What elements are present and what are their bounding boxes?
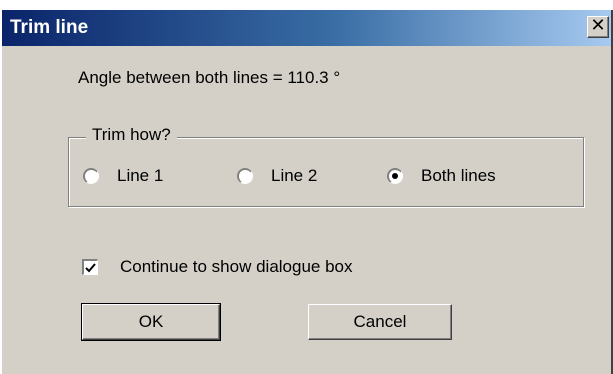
radio-label-line-1: Line 1	[117, 166, 164, 185]
radio-both-lines[interactable]: Both lines	[387, 165, 496, 187]
check-mark-icon	[85, 262, 96, 272]
radio-circle-checked[interactable]	[387, 168, 403, 184]
radio-circle-unchecked[interactable]	[237, 168, 253, 184]
radio-line-2[interactable]: Line 2	[237, 165, 317, 187]
title-bar[interactable]: Trim line ✕	[2, 10, 611, 46]
cancel-button[interactable]: Cancel	[308, 304, 452, 340]
close-button[interactable]: ✕	[587, 16, 609, 38]
radio-line-1[interactable]: Line 1	[83, 165, 163, 187]
radio-circle-unchecked[interactable]	[83, 168, 99, 184]
checkbox-box[interactable]	[82, 259, 98, 275]
close-icon: ✕	[590, 15, 606, 36]
dialog-title: Trim line	[10, 17, 89, 38]
trim-how-legend: Trim how?	[86, 125, 177, 145]
checkbox-label: Continue to show dialogue box	[120, 257, 353, 276]
radio-label-both-lines: Both lines	[421, 166, 496, 185]
continue-show-checkbox[interactable]: Continue to show dialogue box	[82, 257, 353, 277]
radio-label-line-2: Line 2	[271, 166, 318, 185]
angle-readout: Angle between both lines = 110.3 °	[78, 68, 341, 87]
ok-button[interactable]: OK	[81, 303, 221, 341]
